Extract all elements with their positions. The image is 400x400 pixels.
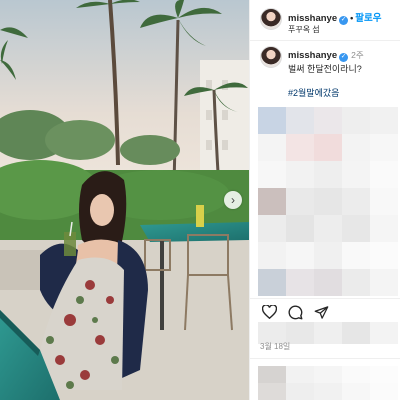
blurred-comment-input bbox=[258, 366, 398, 400]
username-link[interactable]: misshanye bbox=[288, 13, 337, 24]
chevron-right-icon: › bbox=[231, 193, 235, 207]
follow-button[interactable]: 팔로우 bbox=[355, 13, 381, 24]
caption-username-row: misshanye ✓ 2주 bbox=[288, 49, 364, 62]
location-link[interactable]: 푸꾸옥 섬 bbox=[288, 24, 320, 35]
post-photo[interactable]: › bbox=[0, 0, 249, 400]
blurred-comments bbox=[258, 107, 398, 297]
heart-icon[interactable] bbox=[260, 303, 278, 321]
caption-time: 2주 bbox=[351, 50, 364, 60]
avatar[interactable] bbox=[260, 8, 282, 30]
caption-username-link[interactable]: misshanye bbox=[288, 50, 337, 61]
comment-icon[interactable] bbox=[286, 303, 304, 321]
separator-dot: • bbox=[350, 13, 354, 23]
hashtag-link[interactable]: #2월말에갔음 bbox=[288, 86, 339, 99]
next-photo-button[interactable]: › bbox=[224, 191, 242, 209]
caption-text: 벌써 한달전이라니? bbox=[288, 64, 362, 74]
verified-badge-icon: ✓ bbox=[339, 15, 349, 25]
send-icon[interactable] bbox=[312, 303, 330, 321]
post-header: misshanye ✓ • 팔로우 푸꾸옥 섬 bbox=[260, 6, 400, 36]
photo-illustration bbox=[0, 0, 249, 400]
verified-badge-icon: ✓ bbox=[339, 52, 349, 62]
header-username-row: misshanye ✓ • 팔로우 bbox=[288, 10, 382, 25]
header-divider bbox=[250, 40, 400, 41]
actions-divider bbox=[250, 298, 400, 299]
caption-avatar[interactable] bbox=[260, 46, 282, 68]
comment-divider bbox=[250, 358, 400, 359]
post-side-panel: misshanye ✓ • 팔로우 푸꾸옥 섬 misshanye ✓ 2주 벌써 한달전… bbox=[249, 0, 400, 400]
post-date: 3월 18일 bbox=[260, 342, 291, 351]
